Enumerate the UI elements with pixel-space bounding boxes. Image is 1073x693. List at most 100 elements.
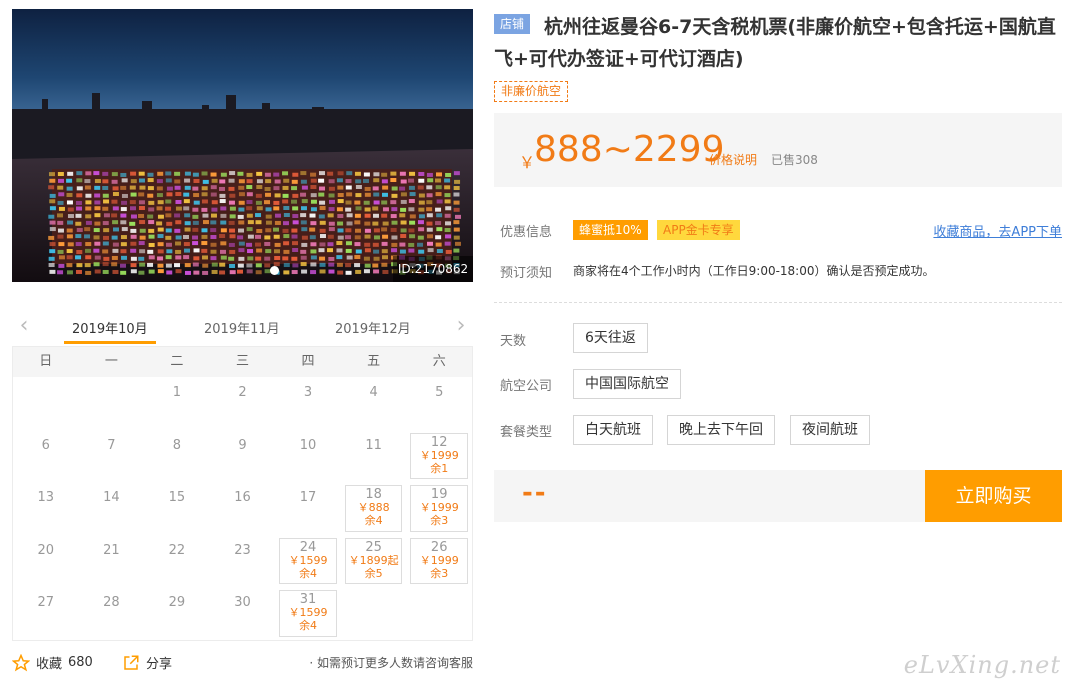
market-stall-light [94, 185, 101, 190]
market-stall-light [391, 248, 398, 253]
market-stall-light [148, 220, 155, 225]
market-stall-light [184, 221, 191, 226]
calendar-day[interactable]: 24 ￥1599 余4 [279, 537, 337, 584]
carousel-dot[interactable] [270, 266, 279, 275]
market-stall-light [319, 242, 326, 247]
option-package-evening[interactable]: 晚上去下午回 [667, 415, 775, 445]
market-stall-light [372, 242, 379, 247]
market-stall-light [102, 221, 109, 226]
market-stall-light [66, 178, 73, 183]
market-stall-light [184, 178, 191, 183]
market-stall-light [66, 234, 73, 239]
market-stall-light [57, 220, 64, 225]
market-stall-light [139, 262, 146, 267]
market-stall-light [193, 200, 200, 205]
calendar-day[interactable]: 12 ￥1999 余1 [410, 432, 468, 479]
market-stall-light [435, 207, 442, 212]
market-stall-light [49, 206, 56, 211]
day-price: ￥1599 [288, 606, 328, 619]
market-stall-light [229, 214, 236, 219]
market-stall-light [66, 228, 73, 233]
market-stall-light [453, 227, 460, 232]
market-stall-light [238, 220, 245, 225]
chevron-right-icon[interactable]: › [453, 315, 469, 338]
market-stall-light [327, 171, 334, 176]
market-stall-light [210, 220, 217, 225]
market-stall-light [282, 193, 289, 198]
market-stall-light [426, 213, 433, 218]
market-stall-light [255, 256, 262, 261]
market-stall-light [76, 206, 83, 211]
market-stall-light [201, 228, 208, 233]
market-stall-light [418, 207, 425, 212]
image-id-label: ID:2170862 [393, 256, 473, 282]
market-stall-light [291, 186, 298, 191]
calendar-day[interactable]: 18 ￥888 余4 [344, 485, 403, 532]
market-stall-light [408, 248, 415, 253]
share-button[interactable]: 分享 [122, 653, 172, 672]
option-package-day[interactable]: 白天航班 [573, 415, 653, 445]
buy-now-button[interactable]: 立即购买 [925, 470, 1062, 522]
calendar-day[interactable]: 31 ￥1599 余4 [279, 590, 337, 637]
market-stall-light [310, 199, 317, 204]
calendar-day: 9 [238, 437, 247, 453]
market-stall-light [364, 186, 371, 191]
market-stall-light [265, 249, 272, 254]
market-stall-light [228, 242, 235, 247]
day-price: ￥1599 [288, 553, 328, 567]
tab-month-oct[interactable]: 2019年10月 [64, 318, 156, 344]
market-stall-light [102, 171, 109, 176]
market-stall-light [381, 213, 388, 218]
market-stall-light [309, 227, 316, 232]
calendar-day: 16 [234, 490, 251, 505]
tab-month-dec[interactable]: 2019年12月 [335, 318, 411, 337]
product-photo[interactable]: ID:2170862 [12, 9, 473, 282]
market-stall-light [426, 227, 433, 232]
market-stall-light [192, 172, 199, 177]
market-stall-light [94, 200, 101, 205]
market-stall-light [57, 172, 64, 177]
day-stock: 余4 [299, 566, 318, 580]
market-stall-light [120, 270, 127, 275]
market-stall-light [309, 213, 316, 218]
favorite-button[interactable]: 收藏 680 [12, 653, 93, 672]
market-stall-light [67, 242, 74, 247]
calendar-day[interactable]: 19 ￥1999 余3 [410, 485, 468, 532]
calendar-day: 22 [168, 542, 186, 558]
calendar-day[interactable]: 26 ￥1999 余3 [410, 537, 468, 584]
market-stall-light [426, 193, 433, 198]
option-package-night[interactable]: 夜间航班 [790, 415, 870, 445]
market-stall-light [66, 192, 73, 197]
market-stall-light [201, 186, 208, 191]
calendar-day: 15 [168, 490, 186, 505]
market-stall-light [138, 206, 145, 211]
market-stall-light [355, 228, 362, 233]
market-stall-light [337, 214, 344, 219]
market-stall-light [346, 171, 353, 176]
market-stall-light [319, 228, 326, 233]
market-stall-light [336, 207, 343, 212]
market-stall-light [174, 263, 181, 268]
market-stall-light [66, 263, 73, 268]
market-stall-light [129, 200, 136, 205]
market-stall-light [120, 263, 127, 268]
option-airline-air-china[interactable]: 中国国际航空 [573, 369, 681, 399]
market-stall-light [219, 199, 226, 204]
market-stall-light [364, 242, 371, 247]
calendar-day: 14 [103, 490, 120, 505]
calendar-day[interactable]: 25 ￥1899起 余5 [344, 537, 403, 584]
market-stall-light [66, 270, 73, 275]
option-days-6[interactable]: 6天往返 [573, 323, 648, 353]
market-stall-light [246, 269, 253, 274]
market-stall-light [121, 178, 128, 183]
market-stall-light [355, 179, 362, 184]
price-explain-link[interactable]: 价格说明 [709, 151, 757, 168]
favorite-app-link[interactable]: 收藏商品，去APP下单 [933, 221, 1062, 240]
weekday: 四 [301, 354, 315, 369]
chevron-left-icon[interactable]: ‹ [16, 315, 32, 338]
tab-month-nov[interactable]: 2019年11月 [204, 318, 280, 337]
market-stall-light [363, 200, 370, 205]
price-range: 888~2299 [534, 129, 725, 170]
market-stall-light [220, 213, 227, 218]
market-stall-light [255, 220, 262, 225]
